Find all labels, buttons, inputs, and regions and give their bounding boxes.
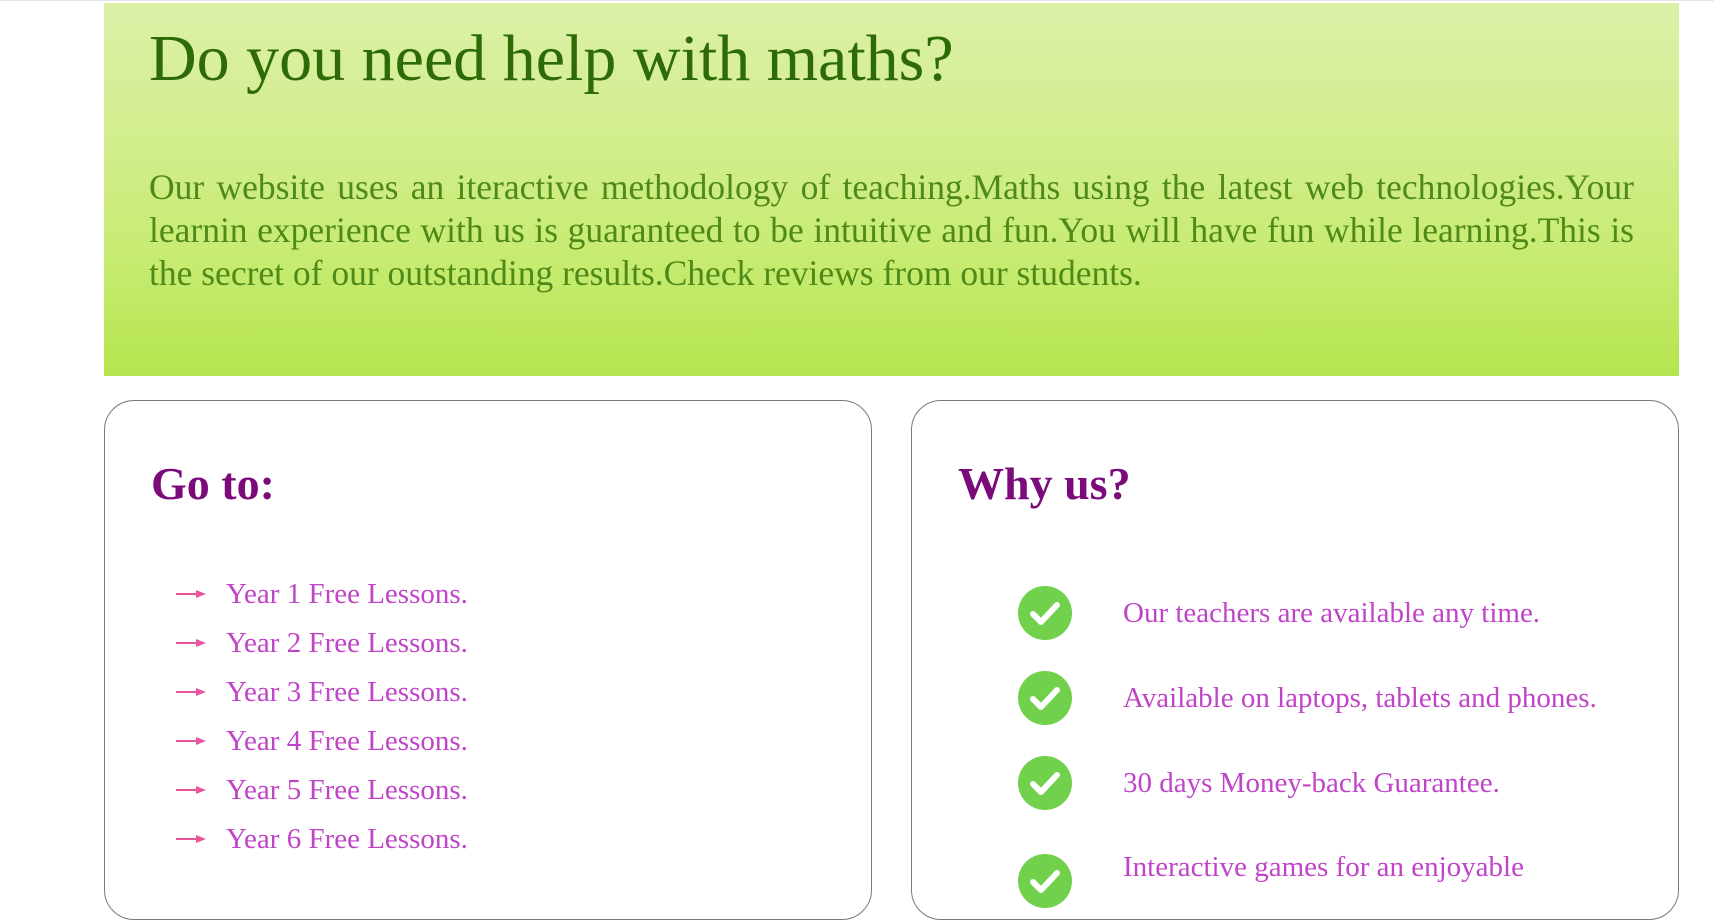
why-item-availability: Our teachers are available any time. bbox=[912, 586, 1672, 646]
why-us-card: Why us? Our teachers are available any t… bbox=[911, 400, 1679, 920]
arrow-right-icon bbox=[176, 835, 206, 843]
why-item-label: 30 days Money-back Guarantee. bbox=[1123, 767, 1500, 799]
why-item-guarantee: 30 days Money-back Guarantee. bbox=[912, 756, 1672, 816]
check-circle-icon bbox=[1018, 671, 1072, 725]
goto-link-year-3[interactable]: Year 3 Free Lessons. bbox=[226, 676, 468, 709]
check-circle-icon bbox=[1018, 756, 1072, 810]
check-circle-icon bbox=[1018, 586, 1072, 640]
hero-description: Our website uses an iteractive methodolo… bbox=[149, 167, 1634, 293]
check-circle-icon bbox=[1018, 854, 1072, 908]
arrow-right-icon bbox=[176, 737, 206, 745]
arrow-right-icon bbox=[176, 639, 206, 647]
why-item-label: Interactive games for an enjoyable bbox=[1123, 851, 1524, 883]
hero-banner: Do you need help with maths? Our website… bbox=[104, 3, 1679, 376]
why-item-label: Our teachers are available any time. bbox=[1123, 597, 1541, 629]
arrow-right-icon bbox=[176, 590, 206, 598]
hero-title: Do you need help with maths? bbox=[149, 22, 954, 95]
goto-link-year-1[interactable]: Year 1 Free Lessons. bbox=[226, 578, 468, 611]
goto-link-year-5[interactable]: Year 5 Free Lessons. bbox=[226, 774, 468, 807]
goto-link-year-4[interactable]: Year 4 Free Lessons. bbox=[226, 725, 468, 758]
goto-heading: Go to: bbox=[151, 458, 275, 509]
goto-link-year-2[interactable]: Year 2 Free Lessons. bbox=[226, 627, 468, 660]
why-item-devices: Available on laptops, tablets and phones… bbox=[912, 671, 1672, 731]
why-us-heading: Why us? bbox=[958, 458, 1131, 509]
arrow-right-icon bbox=[176, 786, 206, 794]
why-item-games: Interactive games for an enjoyable bbox=[912, 851, 1672, 914]
goto-card: Go to: Year 1 Free Lessons. Year 2 Free … bbox=[104, 400, 872, 920]
why-item-label: Available on laptops, tablets and phones… bbox=[1123, 682, 1597, 714]
goto-link-year-6[interactable]: Year 6 Free Lessons. bbox=[226, 823, 468, 856]
arrow-right-icon bbox=[176, 688, 206, 696]
